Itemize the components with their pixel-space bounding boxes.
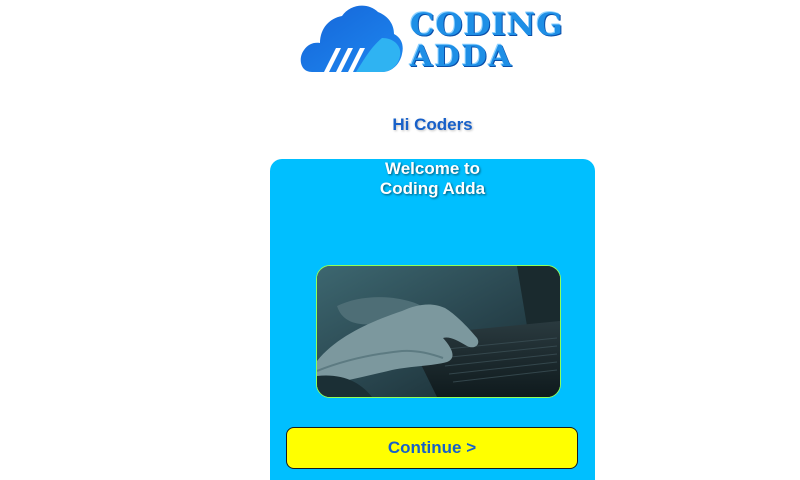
cloud-icon [300,5,403,72]
welcome-line1: Welcome to [384,159,481,178]
welcome-text: Welcome to Coding Adda [270,159,595,199]
welcome-card: Welcome to Coding Adda Continue > [270,159,595,480]
continue-button[interactable]: Continue > [286,427,578,469]
typing-on-laptop-photo [316,265,561,398]
logo-text-line1: CODING [410,7,564,43]
app-screen: CODING ADDA Hi Coders Welcome to Coding … [0,0,800,480]
greeting-heading: Hi Coders [392,115,473,134]
welcome-line2: Coding Adda [379,179,486,198]
logo: CODING ADDA [298,2,563,74]
logo-text-line2: ADDA [410,39,514,73]
